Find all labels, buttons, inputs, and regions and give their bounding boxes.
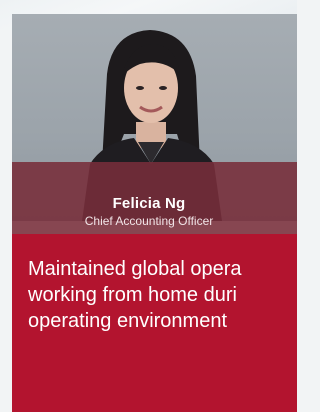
quote-line-2: working from home duri [28, 284, 237, 306]
quote-line-3: operating environment [28, 310, 228, 332]
profile-page: Felicia Ng Chief Accounting Officer Main… [0, 0, 297, 412]
profile-card[interactable]: Felicia Ng Chief Accounting Officer Main… [12, 14, 297, 412]
person-name: Felicia Ng [112, 195, 186, 212]
person-title: Chief Accounting Officer [84, 214, 214, 228]
quote-text: Maintained global opera working from hom… [28, 256, 297, 334]
quote-line-1: Maintained global opera [28, 258, 242, 280]
